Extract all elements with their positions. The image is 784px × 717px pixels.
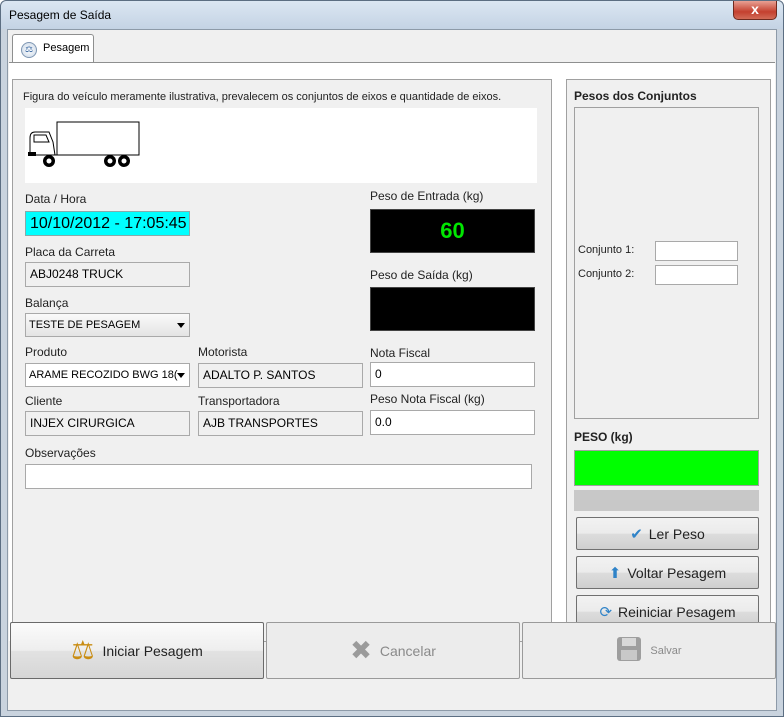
window-title: Pesagem de Saída bbox=[9, 8, 112, 22]
conjunto1-label: Conjunto 1: bbox=[578, 244, 635, 256]
close-icon: x bbox=[751, 1, 759, 17]
observacoes-label: Observações bbox=[25, 446, 96, 460]
produto-select[interactable]: ARAME RECOZIDO BWG 18( bbox=[25, 363, 190, 387]
balanca-value: TESTE DE PESAGEM bbox=[29, 319, 141, 331]
truck-icon bbox=[28, 121, 140, 167]
data-hora-label: Data / Hora bbox=[25, 192, 87, 206]
peso-entrada-label: Peso de Entrada (kg) bbox=[370, 189, 484, 203]
tab-pesagem-label: Pesagem bbox=[43, 42, 90, 54]
reiniciar-pesagem-label: Reiniciar Pesagem bbox=[618, 603, 736, 620]
app-window: Pesagem de Saída x Figura do veículo mer… bbox=[0, 0, 784, 717]
vehicle-notice: Figura do veículo meramente ilustrativa,… bbox=[23, 91, 502, 103]
close-button[interactable]: x bbox=[733, 1, 777, 20]
placa-label: Placa da Carreta bbox=[25, 245, 116, 259]
peso-entrada-display: 60 bbox=[370, 209, 535, 253]
close-x-icon: ✖ bbox=[350, 635, 372, 665]
checkmark-icon: ✔ bbox=[630, 525, 643, 543]
conjunto1-input[interactable] bbox=[655, 241, 738, 261]
cancelar-label: Cancelar bbox=[379, 642, 436, 659]
conjuntos-group: Pesos dos Conjuntos Conjunto 1: Conjunto… bbox=[566, 79, 771, 642]
salvar-button[interactable]: Salvar bbox=[522, 622, 776, 679]
scale-balance-icon: ⚖ bbox=[71, 635, 95, 665]
produto-value: ARAME RECOZIDO BWG 18( bbox=[29, 369, 178, 381]
motorista-field[interactable]: ADALTO P. SANTOS bbox=[198, 363, 363, 388]
placa-field[interactable]: ABJ0248 TRUCK bbox=[25, 262, 190, 287]
truck-illustration-panel bbox=[25, 108, 537, 183]
ler-peso-label: Ler Peso bbox=[648, 525, 705, 542]
peso-nf-label: Peso Nota Fiscal (kg) bbox=[370, 392, 485, 406]
tab-pesagem[interactable]: ⚖ Pesagem bbox=[12, 34, 94, 62]
tab-page-pesagem: Figura do veículo meramente ilustrativa,… bbox=[9, 62, 775, 642]
transportadora-label: Transportadora bbox=[198, 394, 280, 408]
peso-label: PESO (kg) bbox=[574, 430, 633, 444]
conjunto2-label: Conjunto 2: bbox=[578, 268, 635, 280]
peso-nf-input[interactable]: 0.0 bbox=[370, 410, 535, 435]
produto-label: Produto bbox=[25, 345, 68, 359]
data-hora-field: 10/10/2012 - 17:05:45 bbox=[25, 211, 190, 236]
nota-fiscal-label: Nota Fiscal bbox=[370, 346, 431, 360]
voltar-pesagem-button[interactable]: ⬆ Voltar Pesagem bbox=[576, 556, 759, 589]
scale-tab-icon: ⚖ bbox=[21, 42, 37, 58]
chevron-down-icon bbox=[177, 373, 185, 378]
cliente-label: Cliente bbox=[25, 394, 63, 408]
iniciar-pesagem-button[interactable]: ⚖ Iniciar Pesagem bbox=[10, 622, 264, 679]
cliente-field[interactable]: INJEX CIRURGICA bbox=[25, 411, 190, 436]
client-area: Figura do veículo meramente ilustrativa,… bbox=[7, 29, 777, 711]
observacoes-input[interactable] bbox=[25, 464, 532, 489]
motorista-label: Motorista bbox=[198, 345, 248, 359]
conjuntos-title: Pesos dos Conjuntos bbox=[574, 89, 697, 103]
voltar-pesagem-label: Voltar Pesagem bbox=[627, 564, 727, 581]
chevron-down-icon bbox=[177, 323, 185, 328]
conjunto2-input[interactable] bbox=[655, 265, 738, 285]
ler-peso-button[interactable]: ✔ Ler Peso bbox=[576, 517, 759, 550]
refresh-icon: ⟳ bbox=[599, 603, 613, 621]
nota-fiscal-input[interactable]: 0 bbox=[370, 362, 535, 387]
conjuntos-panel: Conjunto 1: Conjunto 2: bbox=[574, 107, 759, 419]
arrow-up-icon: ⬆ bbox=[608, 564, 622, 582]
peso-saida-label: Peso de Saída (kg) bbox=[370, 268, 473, 282]
title-bar: Pesagem de Saída x bbox=[1, 1, 783, 29]
salvar-label: Salvar bbox=[650, 644, 682, 657]
balanca-label: Balança bbox=[25, 296, 69, 310]
floppy-disk-icon bbox=[616, 636, 642, 665]
peso-display bbox=[574, 450, 759, 486]
peso-progress-bar bbox=[574, 490, 759, 511]
cancelar-button[interactable]: ✖ Cancelar bbox=[266, 622, 520, 679]
balanca-select[interactable]: TESTE DE PESAGEM bbox=[25, 313, 190, 337]
peso-saida-display bbox=[370, 287, 535, 331]
transportadora-field[interactable]: AJB TRANSPORTES bbox=[198, 411, 363, 436]
iniciar-pesagem-label: Iniciar Pesagem bbox=[102, 642, 203, 659]
vehicle-form-group: Figura do veículo meramente ilustrativa,… bbox=[12, 79, 552, 642]
